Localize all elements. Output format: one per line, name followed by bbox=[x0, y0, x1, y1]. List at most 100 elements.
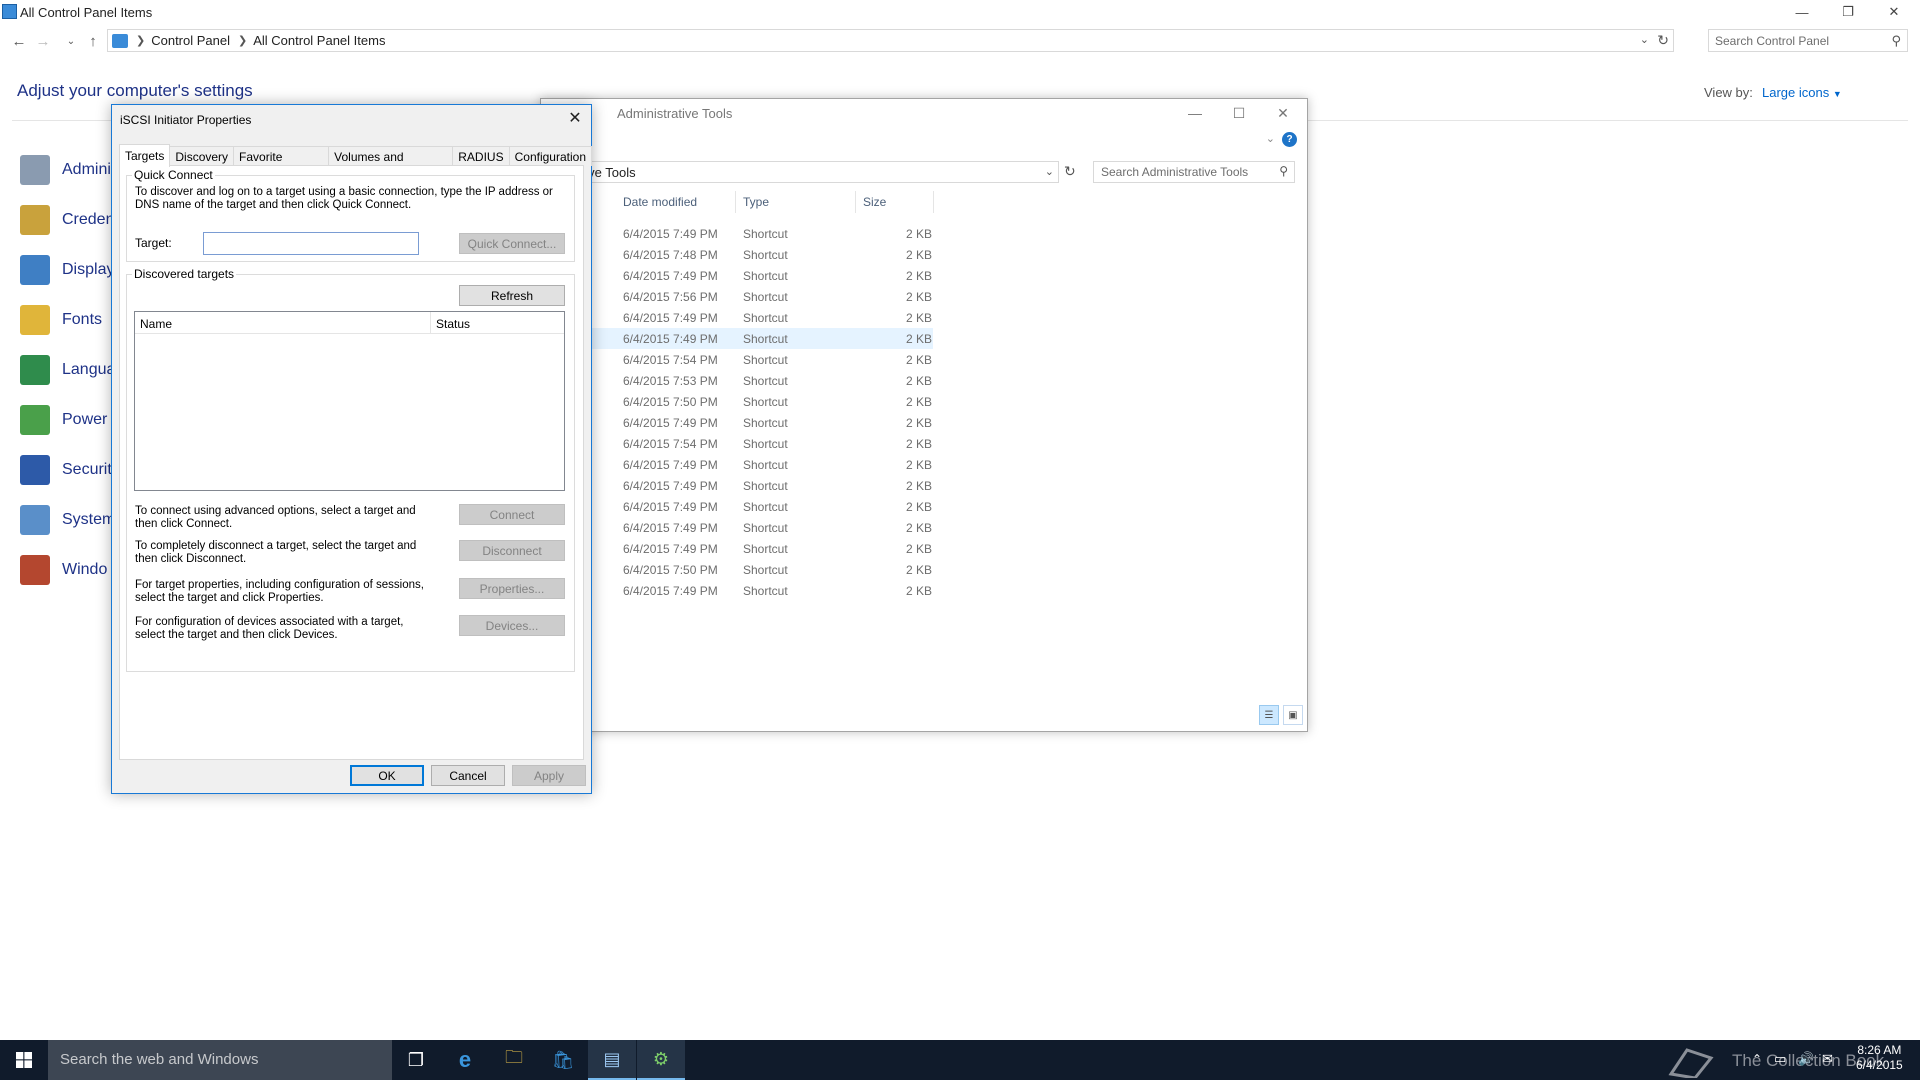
disconnect-button[interactable]: Disconnect bbox=[459, 540, 565, 561]
file-row[interactable]: 6/4/2015 7:49 PM Shortcut 2 KB bbox=[541, 412, 933, 433]
forward-button[interactable]: → bbox=[32, 30, 54, 52]
control-panel-item-icon bbox=[20, 305, 50, 335]
tab-volumes-and-devices[interactable]: Volumes and Devices bbox=[328, 146, 454, 178]
list-header-name[interactable]: Name bbox=[135, 312, 431, 334]
column-divider[interactable] bbox=[735, 191, 736, 213]
column-header-size[interactable]: Size bbox=[863, 195, 886, 217]
file-row[interactable]: 6/4/2015 7:53 PM Shortcut 2 KB bbox=[541, 370, 933, 391]
ok-button[interactable]: OK bbox=[350, 765, 424, 786]
breadcrumb-all-items[interactable]: All Control Panel Items bbox=[253, 33, 385, 48]
network-icon[interactable]: ▭ bbox=[1774, 1051, 1786, 1080]
dialog-close-button[interactable]: ✕ bbox=[565, 109, 585, 129]
file-row[interactable]: ty6/4/2015 7:50 PMShortcut2 KB bbox=[541, 559, 933, 580]
clock-time: 8:26 AM bbox=[1857, 1043, 1902, 1057]
admin-minimize-button[interactable]: — bbox=[1173, 101, 1217, 125]
clock[interactable]: 8:26 AM 6/4/2015 bbox=[1856, 1043, 1903, 1080]
quick-connect-button[interactable]: Quick Connect... bbox=[459, 233, 565, 254]
volume-icon[interactable]: 🔊 bbox=[1798, 1051, 1814, 1080]
ribbon-expand-chevron-icon[interactable]: ⌄ bbox=[1266, 132, 1275, 145]
file-size: 2 KB bbox=[906, 227, 933, 241]
store-icon[interactable]: 🛍 bbox=[539, 1040, 587, 1080]
file-date-modified: 6/4/2015 7:49 PM bbox=[623, 479, 718, 493]
connect-button[interactable]: Connect bbox=[459, 504, 565, 525]
start-button[interactable] bbox=[0, 1040, 48, 1080]
address-bar[interactable]: ❯ Control Panel ❯ All Control Panel Item… bbox=[107, 29, 1674, 52]
file-row[interactable]: 6/4/2015 7:54 PM Shortcut 2 KB bbox=[541, 433, 933, 454]
file-explorer-icon[interactable]: 🗀 bbox=[490, 1040, 538, 1080]
control-panel-taskbar-icon[interactable]: ▤ bbox=[588, 1040, 636, 1080]
task-view-icon[interactable]: ❐ bbox=[392, 1040, 440, 1080]
close-button[interactable]: ✕ bbox=[1872, 0, 1916, 24]
admin-address-bar[interactable]: inistrative Tools ⌄ bbox=[541, 161, 1059, 183]
target-input[interactable] bbox=[203, 232, 419, 255]
view-by-dropdown[interactable]: Large icons ▼ bbox=[1762, 85, 1842, 100]
file-row[interactable]: 6/4/2015 7:49 PM Shortcut 2 KB bbox=[541, 496, 933, 517]
tab-discovery[interactable]: Discovery bbox=[169, 146, 235, 166]
iscsi-taskbar-icon[interactable]: ⚙ bbox=[637, 1040, 685, 1080]
discovered-targets-list[interactable]: Name Status bbox=[134, 311, 565, 491]
help-icon[interactable]: ? bbox=[1282, 132, 1297, 147]
file-row[interactable]: 6/4/2015 7:50 PM Shortcut 2 KB bbox=[541, 391, 933, 412]
recent-locations-chevron-icon[interactable]: ⌄ bbox=[60, 30, 82, 52]
file-date-modified: 6/4/2015 7:50 PM bbox=[623, 395, 718, 409]
file-row[interactable]: 6/4/2015 7:49 PM Shortcut 2 KB bbox=[541, 328, 933, 349]
file-row[interactable]: 6/4/2015 7:49 PM Shortcut 2 KB bbox=[541, 307, 933, 328]
edge-browser-icon[interactable]: e bbox=[441, 1040, 489, 1080]
up-button[interactable]: ↑ bbox=[82, 30, 104, 52]
file-row[interactable]: 6/4/2015 7:56 PM Shortcut 2 KB bbox=[541, 286, 933, 307]
restore-button[interactable]: ❐ bbox=[1826, 0, 1870, 24]
back-button[interactable]: ← bbox=[8, 30, 30, 52]
action-center-icon[interactable]: ✉ bbox=[1822, 1051, 1833, 1080]
column-divider[interactable] bbox=[933, 191, 934, 213]
apply-button[interactable]: Apply bbox=[512, 765, 586, 786]
large-icons-view-icon[interactable]: ▣ bbox=[1283, 705, 1303, 725]
column-divider[interactable] bbox=[855, 191, 856, 213]
control-panel-item-label: Securit bbox=[62, 461, 112, 478]
show-hidden-icons[interactable]: ⌃ bbox=[1752, 1052, 1762, 1080]
admin-maximize-button[interactable]: ☐ bbox=[1217, 101, 1261, 125]
column-header-date-modified[interactable]: Date modified bbox=[623, 195, 697, 217]
file-row[interactable]: 6/4/2015 7:49 PM Shortcut 2 KB bbox=[541, 265, 933, 286]
file-size: 2 KB bbox=[906, 248, 933, 262]
file-size: 2 KB bbox=[906, 332, 933, 346]
file-size: 2 KB bbox=[906, 542, 933, 556]
admin-refresh-icon[interactable]: ↻ bbox=[1064, 163, 1076, 180]
refresh-icon[interactable]: ↻ bbox=[1657, 32, 1669, 49]
tab-favorite-targets[interactable]: Favorite Targets bbox=[233, 146, 330, 178]
devices-button[interactable]: Devices... bbox=[459, 615, 565, 636]
tab-targets[interactable]: Targets bbox=[119, 144, 171, 167]
control-panel-item-icon bbox=[20, 255, 50, 285]
file-row[interactable]: 6/4/2015 7:49 PM Shortcut 2 KB bbox=[541, 517, 933, 538]
taskbar-search-box[interactable]: Search the web and Windows bbox=[48, 1040, 392, 1080]
tab-configuration[interactable]: Configuration bbox=[508, 146, 592, 166]
file-type: Shortcut bbox=[743, 542, 788, 556]
file-row[interactable]: 6/4/2015 7:49 PM Shortcut 2 KB bbox=[541, 538, 933, 559]
admin-close-button[interactable]: ✕ bbox=[1261, 101, 1305, 125]
file-row[interactable]: 6/4/2015 7:49 PM Shortcut 2 KB bbox=[541, 580, 933, 601]
minimize-button[interactable]: — bbox=[1780, 0, 1824, 24]
control-panel-icon bbox=[2, 4, 17, 19]
address-dropdown-icon[interactable]: ⌄ bbox=[1045, 165, 1054, 178]
file-row[interactable]: 6/4/2015 7:54 PM Shortcut 2 KB bbox=[541, 349, 933, 370]
properties-button[interactable]: Properties... bbox=[459, 578, 565, 599]
file-size: 2 KB bbox=[906, 521, 933, 535]
admin-search-input[interactable]: Search Administrative Tools ⚲ bbox=[1093, 161, 1295, 183]
file-row[interactable]: 6/4/2015 7:49 PM Shortcut 2 KB bbox=[541, 475, 933, 496]
address-dropdown-icon[interactable]: ⌄ bbox=[1640, 33, 1649, 46]
file-date-modified: 6/4/2015 7:54 PM bbox=[623, 353, 718, 367]
details-view-icon[interactable]: ☰ bbox=[1259, 705, 1279, 725]
tab-radius[interactable]: RADIUS bbox=[452, 146, 510, 166]
file-row[interactable]: 6/4/2015 7:49 PM Shortcut 2 KB bbox=[541, 454, 933, 475]
file-date-modified: 6/4/2015 7:49 PM bbox=[623, 521, 718, 535]
file-row[interactable]: 6/4/2015 7:48 PM Shortcut 2 KB bbox=[541, 244, 933, 265]
cancel-button[interactable]: Cancel bbox=[431, 765, 505, 786]
breadcrumb-control-panel[interactable]: Control Panel bbox=[151, 33, 230, 48]
refresh-button[interactable]: Refresh bbox=[459, 285, 565, 306]
file-size: 2 KB bbox=[906, 395, 933, 409]
file-type: Shortcut bbox=[743, 269, 788, 283]
list-header-status[interactable]: Status bbox=[431, 312, 564, 334]
control-panel-item-label: System bbox=[62, 511, 116, 528]
column-header-type[interactable]: Type bbox=[743, 195, 769, 217]
control-panel-search-input[interactable]: Search Control Panel ⚲ bbox=[1708, 29, 1908, 52]
file-row[interactable]: 6/4/2015 7:49 PM Shortcut 2 KB bbox=[541, 223, 933, 244]
